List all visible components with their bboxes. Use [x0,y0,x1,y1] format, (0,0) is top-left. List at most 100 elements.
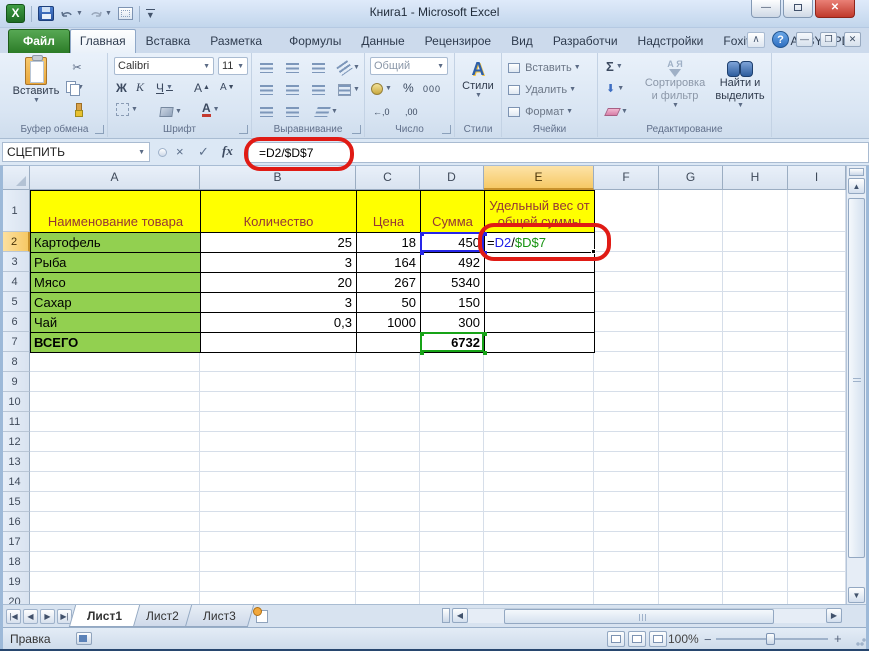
column-header-A[interactable]: A [30,166,200,190]
cell-D14[interactable] [420,472,484,492]
normal-view-button[interactable] [607,631,625,647]
row-header-10[interactable]: 10 [0,392,30,412]
cell-I6[interactable] [788,312,846,332]
cell-G15[interactable] [659,492,723,512]
cell-D20[interactable] [420,592,484,604]
cell-E12[interactable] [484,432,594,452]
row-header-6[interactable]: 6 [0,312,30,332]
cell-E14[interactable] [484,472,594,492]
cell-G14[interactable] [659,472,723,492]
clear-button[interactable]: ▼ [604,103,628,120]
tab-Главная[interactable]: Главная [69,29,136,53]
row-header-19[interactable]: 19 [0,572,30,592]
cell-F18[interactable] [594,552,659,572]
cell-F2[interactable] [594,232,659,252]
row-header-2[interactable]: 2 [0,232,30,252]
cell-D12[interactable] [420,432,484,452]
column-header-B[interactable]: B [200,166,356,190]
cell-B6[interactable]: 0,3 [201,313,357,333]
help-icon[interactable]: ? [772,31,789,48]
cell-B5[interactable]: 3 [201,293,357,313]
tab-Разметка ст[interactable]: Разметка ст [200,29,279,71]
cell-E11[interactable] [484,412,594,432]
cell-F9[interactable] [594,372,659,392]
column-header-C[interactable]: C [356,166,420,190]
cell-I16[interactable] [788,512,846,532]
hscroll-track[interactable] [468,608,826,624]
increase-indent-button[interactable] [286,103,299,120]
column-header-H[interactable]: H [723,166,788,190]
cell-C12[interactable] [356,432,420,452]
prev-sheet-button[interactable]: ◀ [23,608,38,624]
cell-I5[interactable] [788,292,846,312]
increase-font-button[interactable]: А ▲ [194,79,210,96]
row-header-16[interactable]: 16 [0,512,30,532]
cell-E2[interactable]: = D2/$D$7 [485,233,595,253]
cell-H10[interactable] [723,392,788,412]
bold-button[interactable]: Ж [116,79,127,96]
cell-D7[interactable]: 6732 [421,333,485,353]
cell-I2[interactable] [788,232,846,252]
cell-F5[interactable] [594,292,659,312]
cell-B18[interactable] [200,552,356,572]
cell-A5[interactable]: Сахар [31,293,201,313]
cell-I3[interactable] [788,252,846,272]
row-header-9[interactable]: 9 [0,372,30,392]
wrap-text-button[interactable]: ▼ [314,103,338,120]
cell-F14[interactable] [594,472,659,492]
cell-D5[interactable]: 150 [421,293,485,313]
cell-E4[interactable] [485,273,595,293]
table-header-C1[interactable]: Цена [357,191,421,233]
cell-I1[interactable] [788,190,846,232]
cell-F19[interactable] [594,572,659,592]
row-header-5[interactable]: 5 [0,292,30,312]
cell-B9[interactable] [200,372,356,392]
cell-G11[interactable] [659,412,723,432]
cell-E10[interactable] [484,392,594,412]
cell-E20[interactable] [484,592,594,604]
cell-D18[interactable] [420,552,484,572]
cell-D9[interactable] [420,372,484,392]
cell-E6[interactable] [485,313,595,333]
table-header-A1[interactable]: Наименование товара [31,191,201,233]
table-header-B1[interactable]: Количество [201,191,357,233]
horizontal-scrollbar[interactable]: ◀ ▶ [442,607,842,624]
cell-A8[interactable] [30,352,200,372]
cell-H20[interactable] [723,592,788,604]
row-header-3[interactable]: 3 [0,252,30,272]
dialog-launcher-icon[interactable] [239,125,248,134]
cell-B8[interactable] [200,352,356,372]
row-header-14[interactable]: 14 [0,472,30,492]
cell-A17[interactable] [30,532,200,552]
cell-E17[interactable] [484,532,594,552]
page-layout-view-button[interactable] [628,631,646,647]
cell-D6[interactable]: 300 [421,313,485,333]
formula-input[interactable]: =D2/$D$7 [248,142,869,163]
scroll-left-arrow[interactable]: ◀ [452,608,468,623]
cell-B19[interactable] [200,572,356,592]
first-sheet-button[interactable]: |◀ [6,608,21,624]
cell-H9[interactable] [723,372,788,392]
cell-C4[interactable]: 267 [357,273,421,293]
dialog-launcher-icon[interactable] [442,125,451,134]
cell-A6[interactable]: Чай [31,313,201,333]
cell-A12[interactable] [30,432,200,452]
cell-H16[interactable] [723,512,788,532]
tab-Рецензирое[interactable]: Рецензирое [415,29,501,53]
cell-F6[interactable] [594,312,659,332]
cell-F10[interactable] [594,392,659,412]
column-header-E[interactable]: E [484,166,594,190]
cell-B11[interactable] [200,412,356,432]
select-all-corner[interactable] [0,166,30,190]
workbook-restore-button[interactable]: ❐ [820,32,837,47]
cell-C17[interactable] [356,532,420,552]
table-header-E1[interactable]: Удельный вес от общей суммы [485,191,595,233]
cell-B14[interactable] [200,472,356,492]
name-box-splitter[interactable] [158,148,167,157]
fill-handle[interactable] [591,249,596,254]
cell-C6[interactable]: 1000 [357,313,421,333]
cell-E9[interactable] [484,372,594,392]
cell-A14[interactable] [30,472,200,492]
cell-A10[interactable] [30,392,200,412]
cell-B10[interactable] [200,392,356,412]
